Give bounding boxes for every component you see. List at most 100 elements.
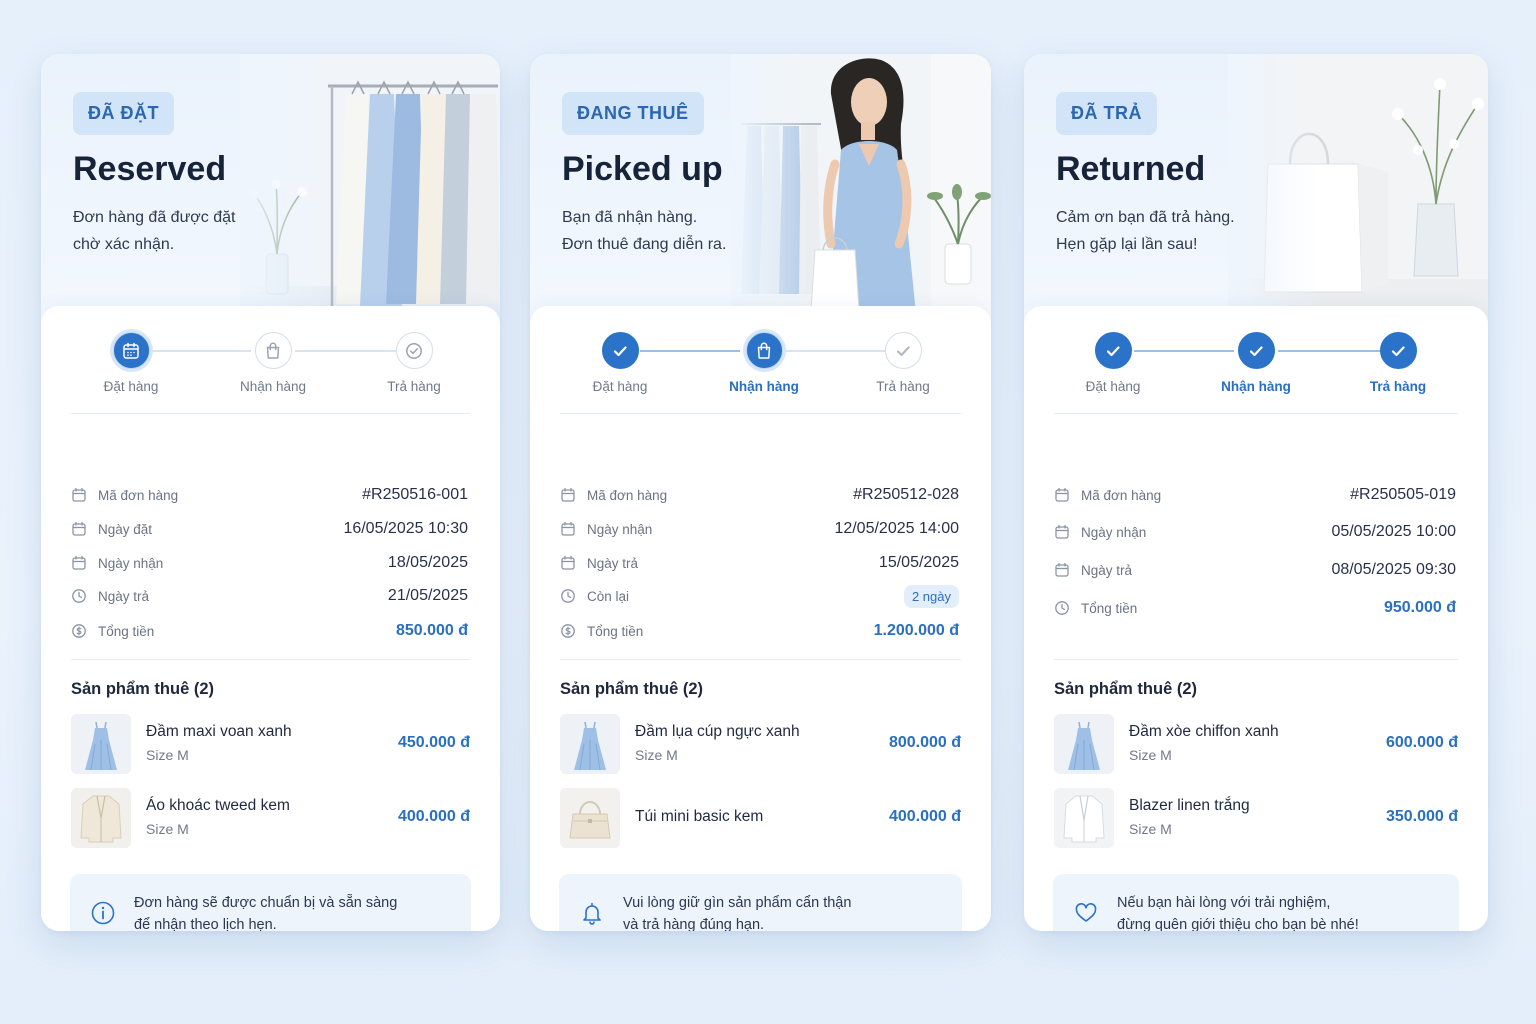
product-size: Size M xyxy=(146,747,189,763)
step-return[interactable]: Trả hàng xyxy=(364,332,464,394)
calendar-icon xyxy=(560,521,576,537)
check-icon xyxy=(884,332,922,369)
product-name: Đầm lụa cúp ngực xanh xyxy=(635,723,800,740)
product-name: Blazer linen trắng xyxy=(1129,797,1250,814)
product-price: 600.000 đ xyxy=(1385,734,1458,751)
product-name: Đầm xòe chiffon xanh xyxy=(1129,723,1279,740)
clothing-rack-illustration xyxy=(240,54,500,324)
order-progress-stepper: Đặt hàng Nhận hàng Trả hàng xyxy=(71,332,470,406)
divider xyxy=(1054,659,1458,660)
status-description: Cảm ơn bạn đã trả hàng. Hẹn gặp lại lần … xyxy=(1056,209,1235,253)
step-label: Đặt hàng xyxy=(592,379,648,394)
step-label: Đặt hàng xyxy=(103,379,159,394)
status-title: Reserved xyxy=(73,150,227,188)
order-note: Vui lòng giữ gìn sản phẩm cẩn thận và tr… xyxy=(559,874,962,931)
products-heading: Sản phẩm thuê (2) xyxy=(71,680,215,698)
bag-icon xyxy=(254,332,292,369)
product-thumbnail xyxy=(1054,788,1114,848)
calendar-icon xyxy=(560,555,576,571)
product-name: Áo khoác tweed kem xyxy=(146,797,290,814)
check-icon xyxy=(601,332,639,369)
info-row-return-date: Ngày trả 21/05/2025 xyxy=(71,586,468,606)
products-heading: Sản phẩm thuê (2) xyxy=(560,680,704,698)
step-return[interactable]: Trả hàng xyxy=(1348,332,1448,394)
order-note: Nếu bạn hài lòng với trải nghiệm, đừng q… xyxy=(1053,874,1459,931)
info-row-order-id: Mã đơn hàng #R250516-001 xyxy=(71,485,468,505)
info-row-total: Tổng tiền 850.000 đ xyxy=(71,621,468,641)
product-item[interactable]: Túi mini basic kem 400.000 đ xyxy=(560,788,961,848)
product-item[interactable]: Đầm xòe chiffon xanh Size M 600.000 đ xyxy=(1054,714,1458,774)
step-label: Nhận hàng xyxy=(1221,379,1291,394)
coin-icon xyxy=(560,623,576,639)
card-hero: ĐÃ ĐẶT Reserved Đơn hàng đã được đặt chờ… xyxy=(41,54,500,324)
product-name: Đầm maxi voan xanh xyxy=(146,723,292,740)
coin-icon xyxy=(71,623,87,639)
calendar-icon xyxy=(71,521,87,537)
order-details-panel: Đặt hàng Nhận hàng Trả hàng Mã đơn hàng … xyxy=(530,306,991,931)
step-order[interactable]: Đặt hàng xyxy=(81,332,181,394)
product-item[interactable]: Áo khoác tweed kem Size M 400.000 đ xyxy=(71,788,470,848)
check-icon xyxy=(1379,332,1417,369)
product-thumbnail xyxy=(71,714,131,774)
product-item[interactable]: Đầm maxi voan xanh Size M 450.000 đ xyxy=(71,714,470,774)
step-label: Trả hàng xyxy=(876,379,930,394)
status-description: Bạn đã nhận hàng. Đơn thuê đang diễn ra. xyxy=(562,209,727,253)
info-row-order-id: Mã đơn hàng #R250512-028 xyxy=(560,485,959,505)
calendar-icon xyxy=(1054,524,1070,540)
bell-icon xyxy=(579,900,605,926)
card-hero: ĐÃ TRẢ Returned Cảm ơn bạn đã trả hàng. … xyxy=(1024,54,1488,324)
divider xyxy=(71,413,470,414)
step-pickup[interactable]: Nhận hàng xyxy=(714,332,814,394)
calendar-icon xyxy=(1054,487,1070,503)
step-pickup[interactable]: Nhận hàng xyxy=(1206,332,1306,394)
step-label: Đặt hàng xyxy=(1085,379,1141,394)
info-icon xyxy=(90,900,116,926)
order-card-returned[interactable]: ĐÃ TRẢ Returned Cảm ơn bạn đã trả hàng. … xyxy=(1024,54,1488,931)
info-row-return-date: Ngày trả 08/05/2025 09:30 xyxy=(1054,560,1456,580)
product-thumbnail xyxy=(560,788,620,848)
product-price: 800.000 đ xyxy=(888,734,961,751)
info-row-order-date: Ngày đặt 16/05/2025 10:30 xyxy=(71,519,468,539)
step-return[interactable]: Trả hàng xyxy=(853,332,953,394)
shopping-bag-vase-illustration xyxy=(1228,54,1488,324)
product-price: 450.000 đ xyxy=(397,734,470,751)
product-size: Size M xyxy=(1129,821,1172,837)
step-label: Nhận hàng xyxy=(729,379,799,394)
step-order[interactable]: Đặt hàng xyxy=(570,332,670,394)
calendar-icon xyxy=(112,332,150,369)
info-row-pickup-date: Ngày nhận 05/05/2025 10:00 xyxy=(1054,522,1456,542)
clock-icon xyxy=(1054,600,1070,616)
product-thumbnail xyxy=(1054,714,1114,774)
product-size: Size M xyxy=(1129,747,1172,763)
step-label: Nhận hàng xyxy=(239,379,307,394)
note-text: Đơn hàng sẽ được chuẩn bị và sẵn sàng để… xyxy=(134,895,398,931)
calendar-icon xyxy=(71,487,87,503)
order-details-panel: Đặt hàng Nhận hàng Trả hàng Mã đơn hàng … xyxy=(1024,306,1488,931)
step-pickup[interactable]: Nhận hàng xyxy=(223,332,323,394)
woman-with-bag-illustration xyxy=(731,54,991,324)
step-order[interactable]: Đặt hàng xyxy=(1063,332,1163,394)
divider xyxy=(71,659,470,660)
order-card-reserved[interactable]: ĐÃ ĐẶT Reserved Đơn hàng đã được đặt chờ… xyxy=(41,54,500,931)
order-card-picked-up[interactable]: ĐANG THUÊ Picked up Bạn đã nhận hàng. Đơ… xyxy=(530,54,991,931)
calendar-icon xyxy=(560,487,576,503)
status-badge: ĐÃ TRẢ xyxy=(1056,92,1157,135)
order-progress-stepper: Đặt hàng Nhận hàng Trả hàng xyxy=(560,332,961,406)
info-row-order-id: Mã đơn hàng #R250505-019 xyxy=(1054,485,1456,505)
product-size: Size M xyxy=(146,821,189,837)
step-label: Trả hàng xyxy=(387,379,441,394)
info-row-total: Tổng tiền 950.000 đ xyxy=(1054,598,1456,618)
products-heading: Sản phẩm thuê (2) xyxy=(1054,680,1198,698)
card-hero: ĐANG THUÊ Picked up Bạn đã nhận hàng. Đơ… xyxy=(530,54,991,324)
check-icon xyxy=(1094,332,1132,369)
product-item[interactable]: Đầm lụa cúp ngực xanh Size M 800.000 đ xyxy=(560,714,961,774)
step-label: Trả hàng xyxy=(1369,379,1427,394)
product-item[interactable]: Blazer linen trắng Size M 350.000 đ xyxy=(1054,788,1458,848)
note-text: Nếu bạn hài lòng với trải nghiệm, đừng q… xyxy=(1117,895,1359,931)
info-row-pickup-date: Ngày nhận 12/05/2025 14:00 xyxy=(560,519,959,539)
product-thumbnail xyxy=(71,788,131,848)
product-price: 400.000 đ xyxy=(888,808,961,825)
divider xyxy=(1054,413,1458,414)
order-details-panel: Đặt hàng Nhận hàng Trả hàng Mã đơn hàng … xyxy=(41,306,500,931)
divider xyxy=(560,659,961,660)
